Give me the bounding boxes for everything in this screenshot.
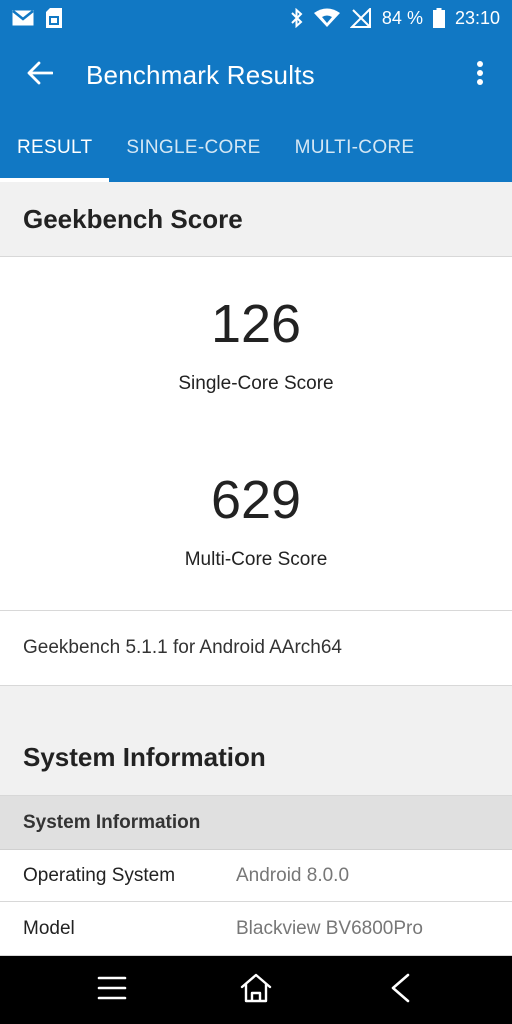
back-icon bbox=[389, 973, 411, 1008]
single-core-label: Single-Core Score bbox=[178, 373, 334, 394]
nav-back-button[interactable] bbox=[364, 960, 436, 1020]
arrow-back-icon bbox=[27, 61, 54, 90]
no-signal-icon bbox=[349, 8, 372, 28]
back-button[interactable] bbox=[0, 36, 80, 114]
info-row-operating-system: Operating System Android 8.0.0 bbox=[0, 850, 512, 902]
status-bar: 84 % 23:10 bbox=[0, 0, 512, 36]
navigation-bar bbox=[0, 956, 512, 1024]
menu-button[interactable] bbox=[76, 960, 148, 1020]
tab-bar: RESULT SINGLE-CORE MULTI-CORE bbox=[0, 114, 512, 182]
sim-card-icon bbox=[46, 8, 62, 28]
home-button[interactable] bbox=[220, 960, 292, 1020]
info-value: Android 8.0.0 bbox=[236, 864, 350, 886]
info-row-model: Model Blackview BV6800Pro bbox=[0, 902, 512, 956]
clock: 23:10 bbox=[454, 7, 500, 28]
menu-icon bbox=[97, 975, 127, 1006]
geekbench-version: Geekbench 5.1.1 for Android AArch64 bbox=[0, 611, 512, 686]
info-key: Model bbox=[23, 917, 75, 939]
home-icon bbox=[239, 973, 273, 1008]
more-vert-icon bbox=[476, 60, 484, 91]
app-bar: Benchmark Results bbox=[0, 36, 512, 114]
wifi-icon bbox=[313, 8, 340, 28]
tab-multi-core[interactable]: MULTI-CORE bbox=[278, 114, 432, 182]
system-information-subheader: System Information bbox=[0, 796, 512, 850]
multi-core-label: Multi-Core Score bbox=[184, 549, 328, 570]
more-options-button[interactable] bbox=[448, 36, 512, 114]
info-value: Blackview BV6800Pro bbox=[236, 917, 423, 939]
system-information-header: System Information bbox=[0, 686, 512, 796]
single-core-score: 126 bbox=[210, 294, 302, 354]
tab-single-core[interactable]: SINGLE-CORE bbox=[109, 114, 277, 182]
battery-icon bbox=[432, 8, 445, 28]
geekbench-score-header: Geekbench Score bbox=[0, 182, 512, 257]
battery-percentage: 84 % bbox=[381, 7, 423, 28]
page-title: Benchmark Results bbox=[86, 59, 315, 90]
tab-result[interactable]: RESULT bbox=[0, 114, 110, 182]
score-card: 126 Single-Core Score 629 Multi-Core Sco… bbox=[0, 257, 512, 611]
info-key: Operating System bbox=[23, 864, 176, 886]
multi-core-score: 629 bbox=[210, 470, 302, 530]
bluetooth-icon bbox=[290, 8, 304, 28]
gmail-icon bbox=[12, 10, 34, 26]
